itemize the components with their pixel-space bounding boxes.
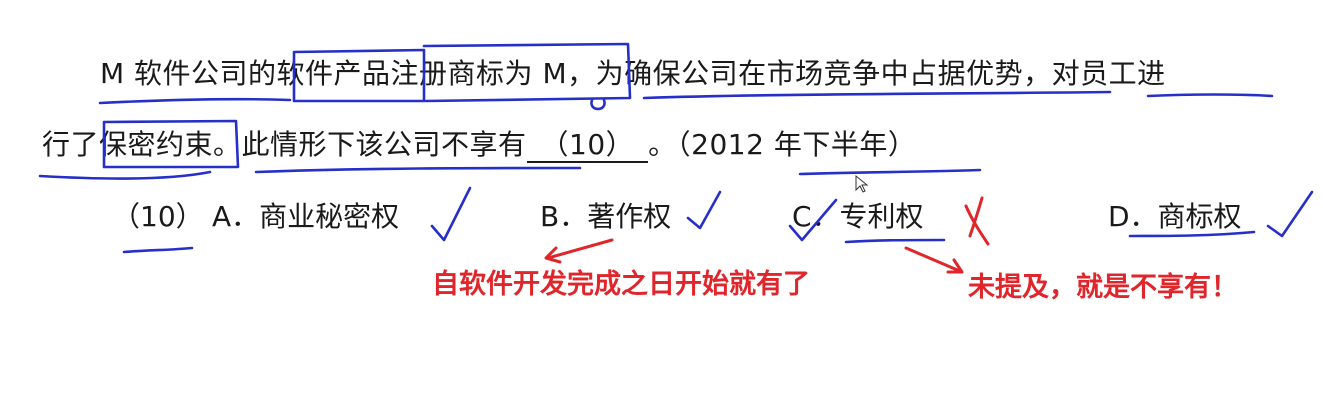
arrow-to-note-c-icon bbox=[904, 246, 964, 274]
question-line-2-end: 。（2012 年下半年） bbox=[648, 128, 917, 161]
arrow-to-note-b-icon bbox=[544, 238, 614, 264]
option-d: D．商标权 bbox=[1108, 200, 1242, 233]
annotation-note-c: 未提及，就是不享有！ bbox=[968, 272, 1238, 303]
cross-mark-c-icon bbox=[964, 196, 990, 246]
check-mark-b-icon bbox=[686, 190, 722, 230]
underline-option-c bbox=[844, 238, 946, 244]
option-b: B．著作权 bbox=[540, 200, 672, 233]
question-line-2-start: 行了保密约束。此情形下该公司不享有 bbox=[42, 128, 527, 161]
underline-line-2-left bbox=[38, 170, 212, 180]
question-line-2: 行了保密约束。此情形下该公司不享有 （10） 。（2012 年下半年） bbox=[42, 131, 916, 163]
option-a: A．商业秘密权 bbox=[212, 200, 400, 233]
check-mark-a-icon bbox=[430, 186, 472, 242]
underline-year bbox=[798, 168, 982, 176]
mark-under-m bbox=[590, 98, 606, 111]
underline-line-2-mid bbox=[254, 166, 582, 174]
mouse-cursor-icon bbox=[855, 174, 869, 193]
annotation-note-b: 自软件开发完成之日开始就有了 bbox=[432, 269, 810, 300]
underline-market-advantage bbox=[642, 90, 1112, 100]
question-number: （10） bbox=[112, 200, 204, 233]
answer-blank: （10） bbox=[526, 131, 649, 163]
option-c: C．专利权 bbox=[792, 200, 924, 233]
underline-m-company bbox=[98, 97, 292, 105]
underline-question-number bbox=[122, 246, 194, 254]
question-line-1: M 软件公司的软件产品注册商标为 M，为确保公司在市场竞争中占据优势，对员工进 bbox=[100, 57, 1166, 90]
check-mark-d-icon bbox=[1266, 190, 1314, 238]
underline-employees bbox=[1146, 93, 1274, 98]
